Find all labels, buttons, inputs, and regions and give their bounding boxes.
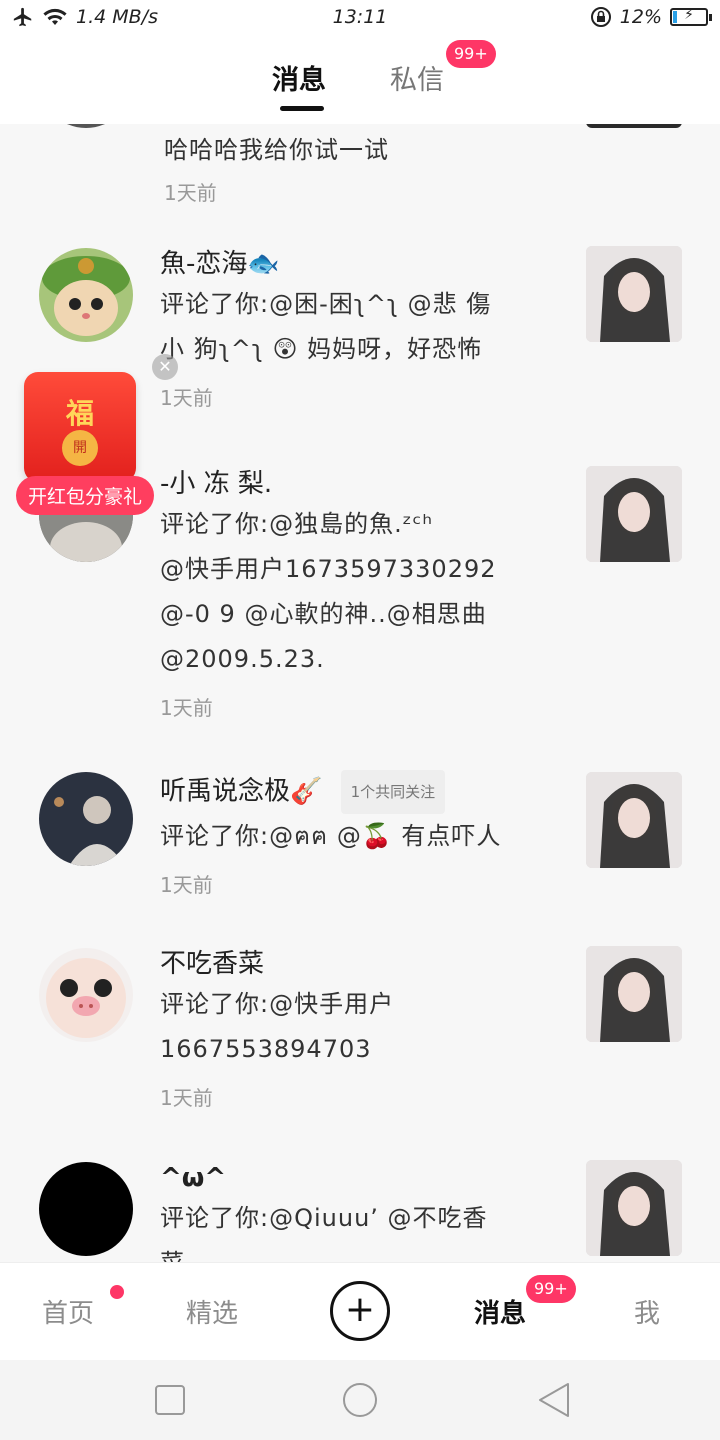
baby-avatar-image	[39, 948, 133, 1042]
avatar[interactable]	[39, 1162, 133, 1256]
active-tab-indicator	[280, 106, 324, 111]
timestamp: 1天前	[160, 1086, 213, 1110]
comment-line: 评论了你:@快手用户	[160, 990, 395, 1018]
cat-avatar-image	[39, 248, 133, 342]
nav-home[interactable]: 首页	[42, 1293, 94, 1330]
list-item[interactable]: 听禹说念极🎸 1个共同关注 评论了你:@ฅฅ @🍒 有点吓人 1天前	[0, 770, 720, 930]
comment-content: ^ω^ 评论了你:@Qiuuu’ @不吃香 菜	[160, 1160, 560, 1262]
tab-direct-messages[interactable]: 私信	[390, 58, 444, 97]
comment-line: 菜	[160, 1241, 560, 1262]
thumbnail-image	[586, 946, 682, 1042]
comment-line: @2009.5.23.	[160, 645, 325, 673]
list-item[interactable]: ^ω^ 评论了你:@Qiuuu’ @不吃香 菜	[0, 1160, 720, 1262]
nav-featured[interactable]: 精选	[186, 1293, 238, 1330]
system-navigation-bar	[0, 1360, 720, 1440]
comment-content: 不吃香菜 评论了你:@快手用户 1667553894703 1天前	[160, 946, 560, 1114]
video-thumbnail[interactable]	[586, 946, 682, 1042]
comment-line: 评论了你:@独島的魚.ᶻᶜʰ	[160, 510, 434, 538]
avatar-image	[39, 772, 133, 866]
timestamp: 1天前	[160, 873, 213, 897]
tab-dm-label: 私信	[390, 65, 444, 96]
rotation-lock-icon	[590, 7, 611, 27]
video-thumbnail[interactable]	[586, 124, 682, 128]
red-packet-fu-char: 福	[65, 397, 94, 430]
avatar[interactable]	[39, 248, 133, 342]
top-tab-bar: 消息 私信 99+	[0, 36, 720, 124]
status-right: 12% ⚡	[590, 6, 712, 28]
battery-icon: ⚡	[670, 7, 712, 26]
comment-content: 魚-恋海🐟 评论了你:@困-困ʅ^ʅ @悲 傷 小 狗ʅ^ʅ 😲 妈妈呀，好恐怖…	[160, 246, 560, 414]
list-item[interactable]: 哈哈哈我给你试一试 1天前	[0, 124, 720, 234]
username[interactable]: ^ω^	[160, 1160, 560, 1196]
red-packet-label: 开红包分豪礼	[16, 476, 155, 515]
red-packet-envelope: 福 開	[24, 372, 136, 482]
timestamp: 1天前	[160, 696, 213, 720]
close-icon[interactable]: ✕	[152, 354, 178, 380]
username[interactable]: -小 冻 梨.	[160, 466, 560, 502]
status-bar: 1.4 MB/s 13:11 12% ⚡	[0, 0, 720, 36]
comment-line: 评论了你:@Qiuuu’ @不吃香	[160, 1204, 488, 1232]
mutual-follow-tag: 1个共同关注	[340, 770, 446, 814]
charging-bolt-icon: ⚡	[684, 7, 694, 23]
comment-content: -小 冻 梨. 评论了你:@独島的魚.ᶻᶜʰ @快手用户167359733029…	[160, 466, 560, 724]
thumbnail-image	[586, 1160, 682, 1256]
bottom-tab-bar: 首页 精选 + 消息 99+ 我	[0, 1262, 720, 1360]
video-thumbnail[interactable]	[586, 1160, 682, 1256]
video-thumbnail[interactable]	[586, 246, 682, 342]
comment-line: 哈哈哈我给你试一试	[164, 136, 389, 164]
username-row: 听禹说念极🎸 1个共同关注	[160, 770, 560, 814]
video-thumbnail[interactable]	[586, 466, 682, 562]
avatar[interactable]	[39, 124, 133, 128]
home-unread-dot	[110, 1285, 124, 1299]
home-icon[interactable]	[342, 1382, 378, 1418]
red-packet-seal: 開	[62, 430, 98, 466]
list-item[interactable]: 不吃香菜 评论了你:@快手用户 1667553894703 1天前	[0, 946, 720, 1146]
username[interactable]: 不吃香菜	[160, 946, 560, 982]
comment-line: @快手用户1673597330292	[160, 555, 497, 583]
avatar[interactable]	[39, 948, 133, 1042]
comment-line: @-0 9 @心軟的神..@相思曲	[160, 600, 487, 628]
notification-list: 哈哈哈我给你试一试 1天前 魚-恋海🐟 评论了你:@困-困ʅ^ʅ @悲 傷 小 …	[0, 124, 720, 1262]
battery-percent: 12%	[619, 6, 662, 28]
timestamp: 1天前	[164, 181, 217, 205]
dm-unread-badge: 99+	[446, 40, 496, 68]
thumbnail-image	[586, 466, 682, 562]
username[interactable]: 魚-恋海🐟	[160, 246, 560, 282]
comment-content: 哈哈哈我给你试一试 1天前	[164, 128, 564, 209]
comment-line: 小 狗ʅ^ʅ 😲 妈妈呀，好恐怖	[160, 335, 483, 363]
messages-unread-badge: 99+	[526, 1275, 576, 1303]
comment-line: 1667553894703	[160, 1035, 372, 1063]
tab-messages-label: 消息	[272, 65, 326, 96]
comment-line: 评论了你:@ฅฅ @🍒 有点吓人	[160, 822, 502, 850]
nav-messages[interactable]: 消息	[474, 1293, 526, 1330]
comment-content: 听禹说念极🎸 1个共同关注 评论了你:@ฅฅ @🍒 有点吓人 1天前	[160, 770, 560, 901]
comment-line: 评论了你:@困-困ʅ^ʅ @悲 傷	[160, 290, 492, 318]
create-button[interactable]: +	[330, 1281, 390, 1341]
thumbnail-image	[586, 772, 682, 868]
back-icon[interactable]	[536, 1382, 572, 1418]
username[interactable]: 听禹说念极🎸	[160, 777, 322, 807]
red-packet-floating-button[interactable]: 福 開 开红包分豪礼 ✕	[10, 354, 178, 515]
video-thumbnail[interactable]	[586, 772, 682, 868]
nav-me[interactable]: 我	[634, 1293, 660, 1330]
tab-messages[interactable]: 消息	[272, 58, 326, 111]
thumbnail-image	[586, 246, 682, 342]
recent-apps-icon[interactable]	[154, 1384, 186, 1416]
avatar[interactable]	[39, 772, 133, 866]
timestamp: 1天前	[160, 386, 213, 410]
